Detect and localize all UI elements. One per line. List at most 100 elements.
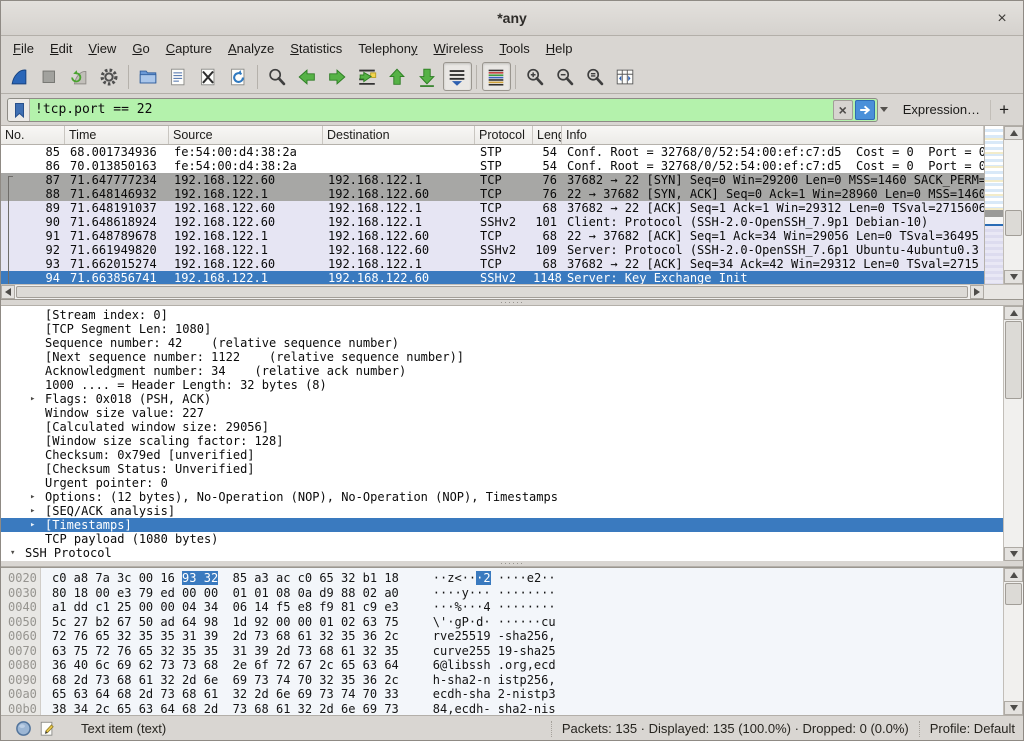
detail-line[interactable]: ▾SSH Protocol <box>1 546 1003 560</box>
packet-row-87[interactable]: 8771.647777234192.168.122.60192.168.122.… <box>1 173 984 187</box>
scroll-up-arrow[interactable] <box>1004 126 1023 140</box>
hex-row-0080[interactable]: 008036 40 6c 69 62 73 73 68 2e 6f 72 67 … <box>1 658 1003 673</box>
filter-apply-button[interactable] <box>855 100 875 120</box>
packet-row-85[interactable]: 8568.001734936fe:54:00:d4:38:2aSTP54Conf… <box>1 145 984 159</box>
column-header-protocol[interactable]: Protocol <box>475 126 533 144</box>
capture-start-button[interactable] <box>5 62 34 91</box>
packet-row-88[interactable]: 8871.648146932192.168.122.1192.168.122.6… <box>1 187 984 201</box>
hex-row-00b0[interactable]: 00b038 34 2c 65 63 64 68 2d 73 68 61 32 … <box>1 702 1003 716</box>
filter-clear-button[interactable]: × <box>833 100 853 120</box>
scroll-left-arrow[interactable] <box>1 285 15 299</box>
scroll-down-arrow[interactable] <box>1004 547 1023 561</box>
tree-collapsed-icon[interactable]: ▸ <box>30 392 35 406</box>
menu-file[interactable]: File <box>5 38 42 59</box>
capture-comment-button[interactable] <box>39 720 55 737</box>
detail-line[interactable]: Window size value: 227 <box>1 406 1003 420</box>
packet-list-vscrollbar[interactable] <box>1003 126 1023 284</box>
column-header-time[interactable]: Time <box>65 126 169 144</box>
scroll-thumb[interactable] <box>1005 210 1022 236</box>
tree-collapsed-icon[interactable]: ▸ <box>30 504 35 518</box>
scroll-right-arrow[interactable] <box>970 285 984 299</box>
scroll-up-arrow[interactable] <box>1004 306 1023 320</box>
column-header-source[interactable]: Source <box>169 126 323 144</box>
hex-row-0070[interactable]: 007063 75 72 76 65 32 35 35 31 39 2d 73 … <box>1 644 1003 659</box>
tree-collapsed-icon[interactable]: ▸ <box>30 518 35 532</box>
capture-restart-button[interactable] <box>65 62 94 91</box>
menu-wireless[interactable]: Wireless <box>426 38 492 59</box>
packet-row-89[interactable]: 8971.648191037192.168.122.60192.168.122.… <box>1 201 984 215</box>
detail-line[interactable]: ▸SSH Version 2 (encryption:chacha20-poly… <box>1 560 1003 561</box>
expert-info-button[interactable] <box>15 720 32 737</box>
zoom-in-button[interactable] <box>521 62 550 91</box>
find-button[interactable] <box>263 62 292 91</box>
tree-collapsed-icon[interactable]: ▸ <box>30 560 35 561</box>
filter-bookmark-button[interactable] <box>8 99 30 121</box>
detail-line[interactable]: 1000 .... = Header Length: 32 bytes (8) <box>1 378 1003 392</box>
detail-line[interactable]: Urgent pointer: 0 <box>1 476 1003 490</box>
packet-row-92[interactable]: 9271.661949820192.168.122.1192.168.122.6… <box>1 243 984 257</box>
scroll-down-arrow[interactable] <box>1004 701 1023 715</box>
detail-line[interactable]: TCP payload (1080 bytes) <box>1 532 1003 546</box>
hex-row-0050[interactable]: 00505c 27 b2 67 50 ad 64 98 1d 92 00 00 … <box>1 615 1003 630</box>
filter-add-button[interactable]: + <box>990 100 1017 120</box>
scroll-down-arrow[interactable] <box>1004 270 1023 284</box>
close-window-button[interactable]: × <box>991 8 1013 30</box>
detail-line[interactable]: ▸[SEQ/ACK analysis] <box>1 504 1003 518</box>
go-to-button[interactable] <box>353 62 382 91</box>
filter-history-dropdown[interactable] <box>878 99 891 121</box>
go-back-button[interactable] <box>293 62 322 91</box>
scroll-thumb[interactable] <box>1005 321 1022 399</box>
hex-row-0030[interactable]: 003080 18 00 e3 79 ed 00 00 01 01 08 0a … <box>1 586 1003 601</box>
detail-vscrollbar[interactable] <box>1003 306 1023 561</box>
resize-columns-button[interactable] <box>611 62 640 91</box>
detail-line[interactable]: [Window size scaling factor: 128] <box>1 434 1003 448</box>
zoom-100-button[interactable] <box>581 62 610 91</box>
detail-line[interactable]: ▸Options: (12 bytes), No-Operation (NOP)… <box>1 490 1003 504</box>
detail-line[interactable]: [Next sequence number: 1122 (relative se… <box>1 350 1003 364</box>
title-bar[interactable]: *any × <box>1 1 1023 36</box>
packet-list-minimap[interactable] <box>984 126 1003 284</box>
menu-capture[interactable]: Capture <box>158 38 220 59</box>
column-header-length[interactable]: Length <box>533 126 562 144</box>
detail-line[interactable]: Sequence number: 42 (relative sequence n… <box>1 336 1003 350</box>
detail-line[interactable]: [TCP Segment Len: 1080] <box>1 322 1003 336</box>
hex-dump[interactable]: 0020c0 a8 7a 3c 00 16 93 32 85 a3 ac c0 … <box>1 571 1003 715</box>
packet-list-hscrollbar[interactable] <box>1 284 984 299</box>
column-header-info[interactable]: Info <box>562 126 984 144</box>
capture-stop-button[interactable] <box>35 62 64 91</box>
menu-tools[interactable]: Tools <box>491 38 537 59</box>
colorize-button[interactable] <box>482 62 511 91</box>
packet-row-90[interactable]: 9071.648618924192.168.122.60192.168.122.… <box>1 215 984 229</box>
hex-row-00a0[interactable]: 00a065 63 64 68 2d 73 68 61 32 2d 6e 69 … <box>1 687 1003 702</box>
detail-line[interactable]: [Stream index: 0] <box>1 308 1003 322</box>
detail-line[interactable]: [Calculated window size: 29056] <box>1 420 1003 434</box>
column-header-destination[interactable]: Destination <box>323 126 475 144</box>
column-header-no[interactable]: No. <box>1 126 65 144</box>
detail-line[interactable]: Acknowledgment number: 34 (relative ack … <box>1 364 1003 378</box>
tree-expanded-icon[interactable]: ▾ <box>10 546 15 560</box>
capture-options-button[interactable] <box>95 62 124 91</box>
file-save-button[interactable] <box>164 62 193 91</box>
detail-line[interactable]: ▸Flags: 0x018 (PSH, ACK) <box>1 392 1003 406</box>
file-close-button[interactable] <box>194 62 223 91</box>
detail-line[interactable]: Checksum: 0x79ed [unverified] <box>1 448 1003 462</box>
go-last-button[interactable] <box>413 62 442 91</box>
expression-button[interactable]: Expression… <box>891 102 990 117</box>
packet-row-91[interactable]: 9171.648789678192.168.122.1192.168.122.6… <box>1 229 984 243</box>
hex-row-0020[interactable]: 0020c0 a8 7a 3c 00 16 93 32 85 a3 ac c0 … <box>1 571 1003 586</box>
detail-line[interactable]: [Checksum Status: Unverified] <box>1 462 1003 476</box>
detail-line[interactable]: ▸[Timestamps] <box>1 518 1003 532</box>
status-profile[interactable]: Profile: Default <box>930 721 1015 736</box>
menu-edit[interactable]: Edit <box>42 38 80 59</box>
packet-row-86[interactable]: 8670.013850163fe:54:00:d4:38:2aSTP54Conf… <box>1 159 984 173</box>
file-reload-button[interactable] <box>224 62 253 91</box>
hex-row-0040[interactable]: 0040a1 dd c1 25 00 00 04 34 06 14 f5 e8 … <box>1 600 1003 615</box>
tree-collapsed-icon[interactable]: ▸ <box>30 490 35 504</box>
display-filter-input[interactable]: !tcp.port == 22 <box>30 102 833 117</box>
file-open-button[interactable] <box>134 62 163 91</box>
packet-row-93[interactable]: 9371.662015274192.168.122.60192.168.122.… <box>1 257 984 271</box>
scroll-up-arrow[interactable] <box>1004 568 1023 582</box>
autoscroll-button[interactable] <box>443 62 472 91</box>
go-forward-button[interactable] <box>323 62 352 91</box>
menu-statistics[interactable]: Statistics <box>282 38 350 59</box>
